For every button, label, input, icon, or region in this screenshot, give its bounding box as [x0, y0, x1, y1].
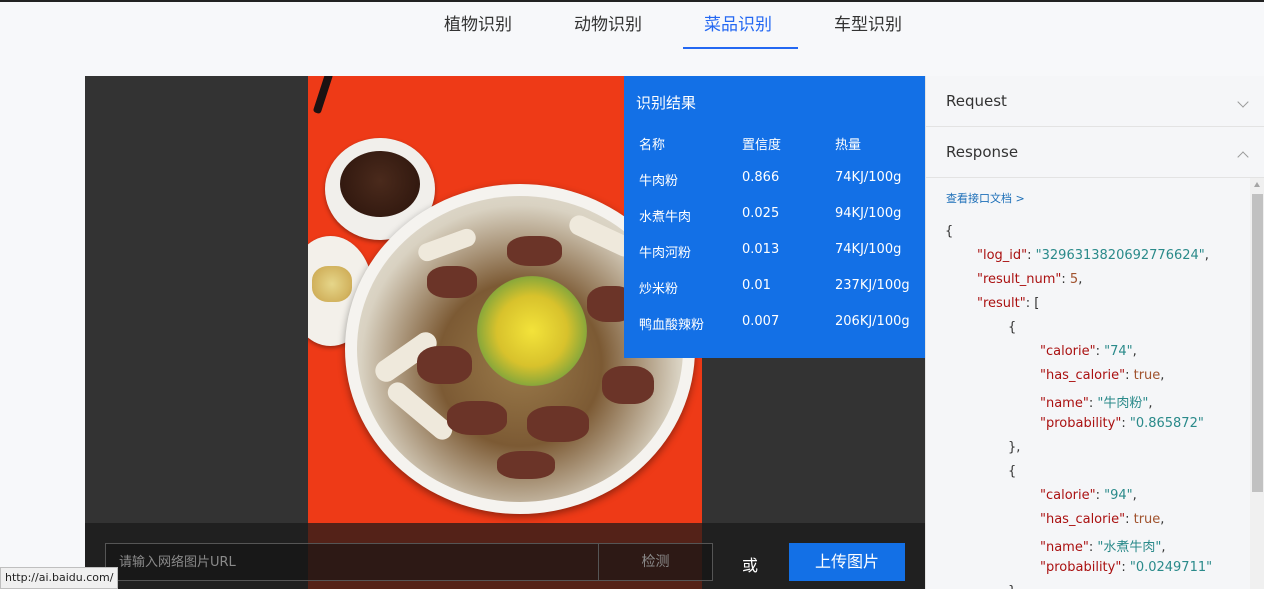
scrollbar[interactable]: [1250, 178, 1264, 589]
result-calorie: 206KJ/100g: [835, 314, 910, 329]
beef-slice: [417, 346, 472, 384]
result-name: 鸭血酸辣粉: [639, 318, 705, 333]
response-json: { "log_id": "3296313820692776624", "resu…: [945, 224, 1245, 589]
json-key: "has_calorie": [1040, 368, 1126, 383]
or-label: 或: [742, 556, 759, 575]
beef-slice: [427, 266, 477, 298]
json-value: "74": [1104, 344, 1133, 359]
noodle-strip: [415, 226, 479, 264]
result-confidence: 0.007: [742, 314, 780, 329]
json-line: {: [1008, 464, 1017, 479]
json-line: "name": "水煮牛肉",: [1040, 540, 1166, 555]
chopstick: [312, 76, 334, 115]
response-label: Response: [946, 143, 1019, 161]
result-name: 炒米粉: [639, 282, 679, 297]
api-doc-link[interactable]: 查看接口文档 >: [946, 190, 1025, 206]
garnish: [477, 276, 587, 386]
json-line: "has_calorie": true,: [1040, 512, 1165, 527]
beef-slice: [602, 366, 654, 404]
json-key: "result_num": [977, 272, 1062, 287]
result-confidence: 0.01: [742, 278, 771, 293]
json-key: "log_id": [977, 248, 1028, 263]
demo-area: 识别结果 名称 置信度 热量 牛肉粉 0.866 74KJ/100g 水煮牛肉 …: [85, 76, 925, 589]
request-label: Request: [946, 92, 1007, 110]
result-confidence: 0.866: [742, 170, 780, 185]
json-key: "probability": [1040, 560, 1122, 575]
json-key: "has_calorie": [1040, 512, 1126, 527]
result-name: 水煮牛肉: [639, 210, 692, 225]
request-accordion[interactable]: Request: [926, 76, 1264, 127]
json-line: "calorie": "74",: [1040, 344, 1137, 359]
result-calorie: 94KJ/100g: [835, 206, 902, 221]
pickles: [312, 266, 352, 302]
result-confidence: 0.025: [742, 206, 780, 221]
json-line: "result": [: [977, 296, 1040, 311]
tab-animal[interactable]: 动物识别: [574, 10, 642, 35]
json-line: "probability": "0.865872": [1040, 416, 1204, 431]
json-value: "3296313820692776624": [1035, 248, 1205, 263]
json-line: "calorie": "94",: [1040, 488, 1137, 503]
tab-dish[interactable]: 菜品识别: [704, 10, 772, 35]
json-value: "牛肉粉": [1097, 396, 1149, 411]
beef-slice: [497, 451, 555, 479]
json-line: },: [1008, 440, 1021, 455]
status-bar-url: http://ai.baidu.com/: [0, 567, 119, 589]
json-value: 5: [1069, 272, 1079, 287]
json-key: "name": [1040, 540, 1089, 555]
result-title: 识别结果: [636, 94, 697, 112]
result-name: 牛肉河粉: [639, 246, 692, 261]
json-value: "0.865872": [1129, 416, 1204, 431]
header-name: 名称: [639, 138, 666, 153]
json-value: "0.0249711": [1129, 560, 1213, 575]
response-accordion[interactable]: Response: [926, 127, 1264, 178]
scroll-up-icon[interactable]: [1254, 182, 1260, 187]
result-panel: 识别结果 名称 置信度 热量 牛肉粉 0.866 74KJ/100g 水煮牛肉 …: [624, 76, 925, 358]
upload-image-button[interactable]: 上传图片: [789, 543, 905, 581]
json-value: true: [1133, 512, 1161, 527]
app-root: { "tabs": [ {"label": "植物识别"}, {"label":…: [0, 0, 1264, 589]
noodle-strip: [383, 378, 457, 444]
json-value: true: [1133, 368, 1161, 383]
tab-bar: 植物识别 动物识别 菜品识别 车型识别: [0, 2, 1264, 49]
json-line: "log_id": "3296313820692776624",: [977, 248, 1209, 263]
tab-plant[interactable]: 植物识别: [444, 10, 512, 35]
json-value: "94": [1104, 488, 1133, 503]
beef-slice: [447, 401, 507, 435]
sauce: [340, 151, 420, 217]
json-line: "result_num": 5,: [977, 272, 1083, 287]
beef-slice: [527, 406, 589, 442]
url-box: 检测: [105, 543, 713, 581]
json-key: "calorie": [1040, 344, 1096, 359]
result-calorie: 237KJ/100g: [835, 278, 910, 293]
result-calorie: 74KJ/100g: [835, 242, 902, 257]
image-url-input[interactable]: [106, 544, 598, 580]
json-key: "name": [1040, 396, 1089, 411]
json-line: "probability": "0.0249711": [1040, 560, 1213, 575]
result-confidence: 0.013: [742, 242, 780, 257]
json-line: },: [1008, 584, 1020, 589]
header-confidence: 置信度: [742, 138, 782, 153]
header-calorie: 热量: [835, 138, 862, 153]
json-key: "result": [977, 296, 1026, 311]
json-key: "probability": [1040, 416, 1122, 431]
json-line: {: [1008, 320, 1017, 335]
scrollbar-thumb[interactable]: [1252, 194, 1263, 492]
json-line: "has_calorie": true,: [1040, 368, 1165, 383]
chevron-up-icon: [1237, 151, 1249, 163]
tab-car[interactable]: 车型识别: [834, 10, 902, 35]
detect-button[interactable]: 检测: [598, 544, 712, 580]
json-key: "calorie": [1040, 488, 1096, 503]
json-line: "name": "牛肉粉",: [1040, 396, 1153, 411]
input-bar: 检测 或 上传图片: [85, 523, 925, 589]
chevron-down-icon: [1237, 96, 1249, 108]
result-name: 牛肉粉: [639, 174, 679, 189]
active-tab-underline: [683, 47, 798, 49]
beef-slice: [507, 236, 562, 266]
json-value: "水煮牛肉": [1097, 540, 1162, 555]
result-calorie: 74KJ/100g: [835, 170, 902, 185]
api-panel: Request Response 查看接口文档 > { "log_id": "3…: [925, 76, 1264, 589]
json-line: {: [945, 224, 954, 239]
